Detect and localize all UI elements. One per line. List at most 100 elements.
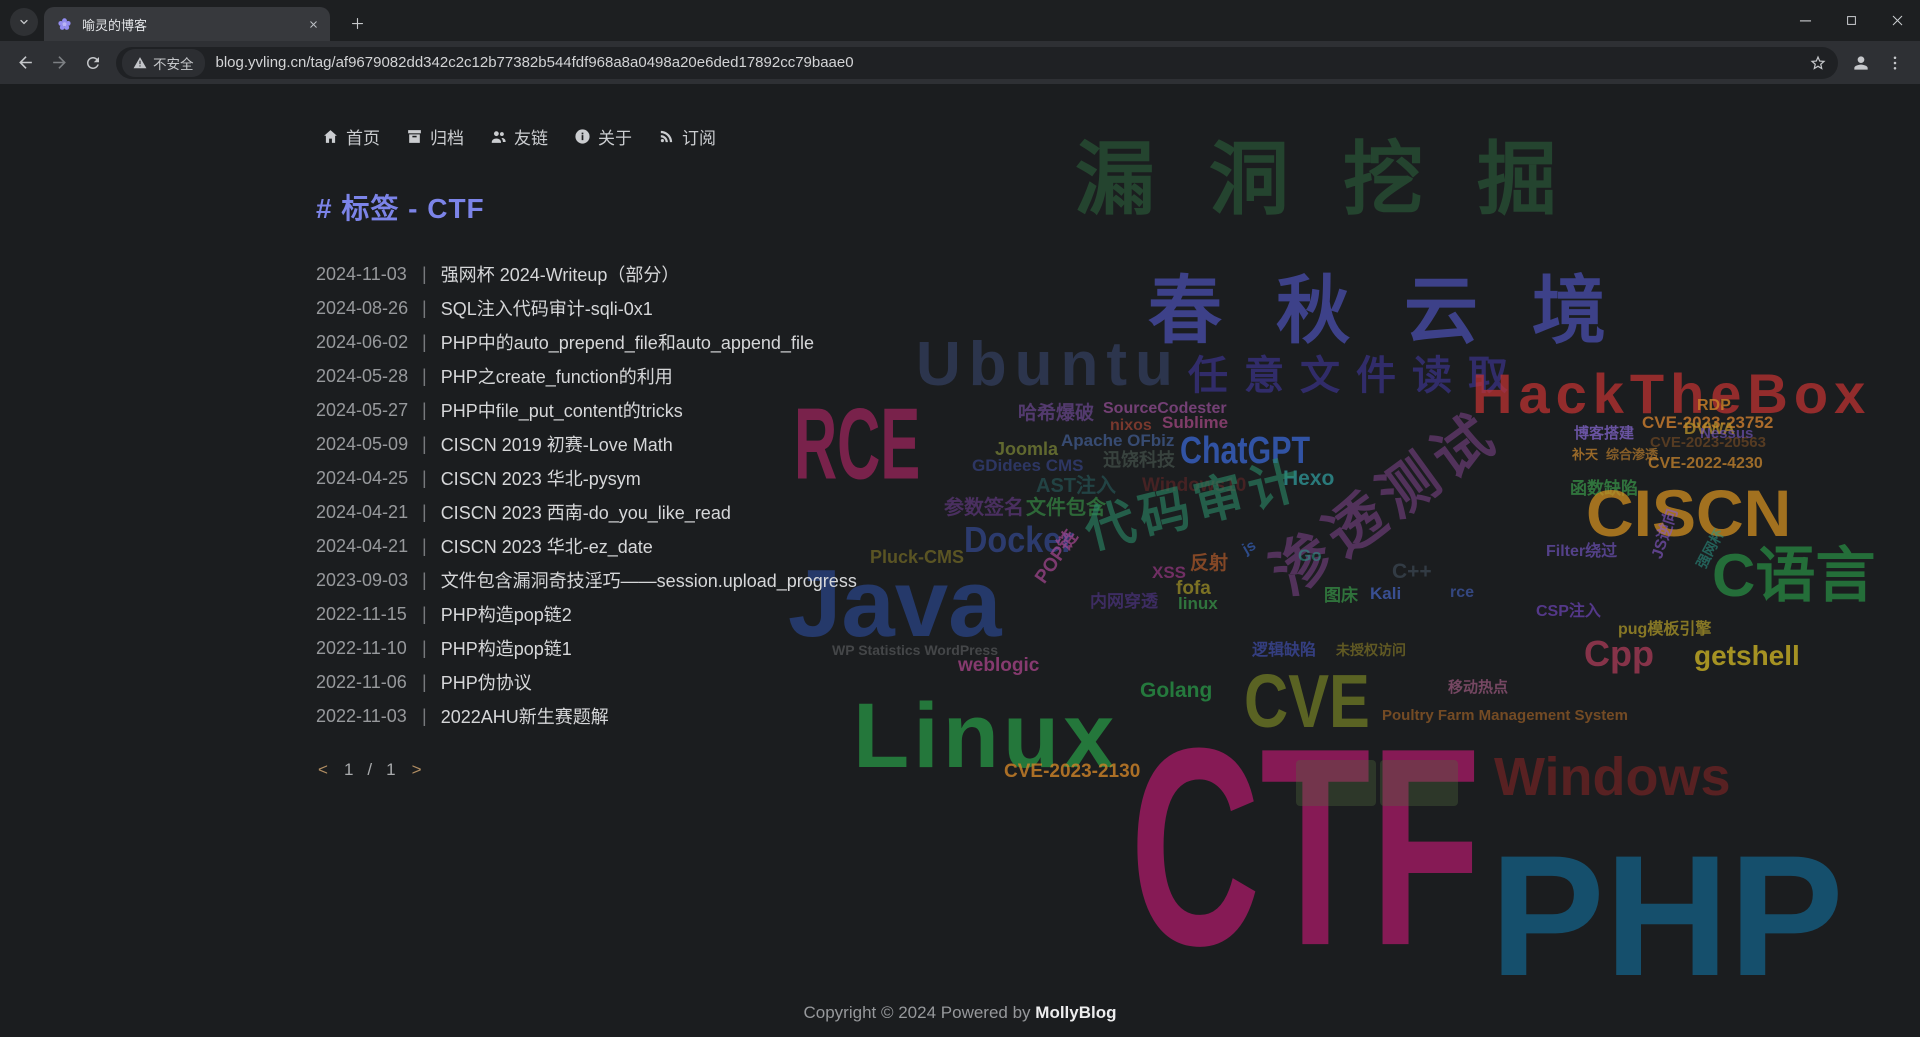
wordcloud-tag[interactable]: Go [1298,547,1322,564]
wordcloud-tag[interactable]: getshell [1694,642,1800,670]
wordcloud-tag[interactable]: 哈希爆破 [1018,404,1094,423]
security-chip[interactable]: 不安全 [122,49,205,77]
wordcloud-tag[interactable]: CSP注入 [1536,604,1601,620]
users-icon [490,128,507,145]
wordcloud-tag[interactable]: 反射 [1190,554,1228,573]
site-favicon-flower-icon [56,16,73,33]
bookmark-star-button[interactable] [1803,48,1833,78]
wordcloud-tag[interactable]: 迅饶科技 [1103,451,1175,469]
warning-triangle-icon [133,56,147,70]
post-title-link[interactable]: 2022AHU新生赛题解 [441,703,609,729]
back-button[interactable] [8,46,42,80]
browser-tab[interactable]: 喻灵的博客 [44,7,330,41]
info-icon [574,128,591,145]
wordcloud-tag[interactable]: Ubuntu [916,334,1181,396]
wordcloud-tag[interactable]: 补天 [1572,448,1598,461]
reload-button[interactable] [76,46,110,80]
wordcloud-tag[interactable]: 未授权访问 [1336,643,1406,657]
close-window-button[interactable] [1874,0,1920,41]
wordcloud-tag[interactable]: Windows [1494,750,1731,804]
wordcloud-tag[interactable]: PHP [1490,830,1844,1002]
tab-search-button[interactable] [10,8,38,36]
post-title-link[interactable]: 强网杯 2024-Writeup（部分） [441,261,680,287]
wordcloud-tag[interactable]: CISCN [1586,480,1791,546]
close-icon [1889,12,1906,29]
wordcloud-tag[interactable]: Nessus [1700,426,1753,441]
blog-page: 漏洞挖掘春秋云境任意文件读取UbuntuHackTheBoxCVE-2023-2… [0,84,1920,1037]
copyright-text: Copyright © 2024 Powered by [804,1003,1031,1022]
wordcloud-tag[interactable]: 参数签名 [944,498,1024,518]
wordcloud-tag[interactable]: AST注入 [1036,476,1116,496]
new-tab-button[interactable] [344,10,370,36]
plus-icon [350,16,365,31]
post-title-link[interactable]: CISCN 2023 华北-pysym [441,465,641,491]
nav-label: 订阅 [682,124,716,149]
wordcloud-tag[interactable]: Cpp [1584,636,1654,672]
post-title-link[interactable]: CISCN 2023 华北-ez_date [441,533,653,559]
wordcloud-tag[interactable]: 综合渗透 [1606,448,1658,461]
tab-title: 喻灵的博客 [82,15,304,34]
nav-item-home[interactable]: 首页 [316,122,386,151]
next-page-button[interactable]: > [410,760,424,780]
nav-item-friends[interactable]: 友链 [484,122,554,151]
nav-label: 归档 [430,124,464,149]
blog-engine-link[interactable]: MollyBlog [1035,1003,1116,1022]
wordcloud-tag[interactable]: js [1240,538,1258,557]
wordcloud-tag[interactable]: CTF [1130,706,1481,988]
nav-label: 友链 [514,124,548,149]
wordcloud-tag[interactable]: 内网穿透 [1090,593,1158,610]
wordcloud-tag[interactable]: 逻辑缺陷 [1252,643,1316,659]
prev-page-button[interactable]: < [316,760,330,780]
wordcloud-tag[interactable]: RCE [794,394,920,495]
wordcloud-tag[interactable]: C语言 [1712,546,1875,606]
wordcloud-tag[interactable]: Kali [1370,585,1401,602]
nav-item-about[interactable]: 关于 [568,122,638,151]
tab-close-button[interactable] [304,15,322,33]
post-title-link[interactable]: PHP中file_put_content的tricks [441,397,683,423]
wordcloud-tag[interactable]: linux [1178,595,1218,612]
wordcloud-tag[interactable]: Filter绕过 [1546,544,1617,560]
wordcloud-tag[interactable]: 博客搭建 [1574,426,1634,441]
wordcloud-tag[interactable]: CVE-2023-2130 [1004,762,1140,781]
forward-button[interactable] [42,46,76,80]
wordcloud-tag[interactable]: RDP [1697,398,1731,414]
wordcloud-tag[interactable]: 春秋云境 [1148,274,1660,348]
window-controls [1782,0,1920,41]
wordcloud-tag[interactable]: weblogic [958,656,1039,675]
minimize-button[interactable] [1782,0,1828,41]
wordcloud-tag[interactable]: GDidees CMS [972,457,1083,474]
wordcloud-tag[interactable]: 图床 [1324,587,1358,604]
nav-item-rss[interactable]: 订阅 [652,122,722,151]
address-bar[interactable]: 不安全 blog.yvling.cn/tag/af9679082dd342c2c… [116,47,1838,79]
post-title-link[interactable]: PHP中的auto_prepend_file和auto_append_file [441,329,814,355]
wordcloud-tag[interactable]: C++ [1392,561,1432,582]
reload-icon [84,54,102,72]
post-title-link[interactable]: PHP构造pop链1 [441,635,572,661]
post-title-link[interactable]: 文件包含漏洞奇技淫巧——session.upload_progress [441,567,857,593]
forward-arrow-icon [50,53,69,72]
browser-window: 喻灵的博客 [0,0,1920,1037]
close-icon [308,19,319,30]
star-icon [1809,54,1827,72]
nav-item-archive[interactable]: 归档 [400,122,470,151]
maximize-button[interactable] [1828,0,1874,41]
nav-label: 关于 [598,124,632,149]
post-title-link[interactable]: PHP构造pop链2 [441,601,572,627]
tab-strip: 喻灵的博客 [0,0,1920,41]
wordcloud-tag[interactable]: Sublime [1162,414,1228,431]
post-title-link[interactable]: CISCN 2019 初赛-Love Math [441,431,673,457]
wordcloud-tag[interactable]: 漏洞挖掘 [1075,140,1611,220]
post-title-link[interactable]: SQL注入代码审计-sqli-0x1 [441,295,653,321]
wordcloud-tag[interactable]: CVE-2022-4230 [1648,456,1763,472]
menu-button[interactable] [1878,46,1912,80]
back-arrow-icon [16,53,35,72]
wordcloud-tag[interactable]: rce [1450,585,1474,601]
kebab-menu-icon [1886,54,1904,72]
wordcloud-tag[interactable]: Apache OFbiz [1061,432,1174,449]
wordcloud-highlight-box [1380,760,1458,806]
post-title-link[interactable]: PHP之create_function的利用 [441,363,673,389]
post-title-link[interactable]: PHP伪协议 [441,669,532,695]
profile-button[interactable] [1844,46,1878,80]
post-title-link[interactable]: CISCN 2023 西南-do_you_like_read [441,499,731,525]
home-icon [322,128,339,145]
